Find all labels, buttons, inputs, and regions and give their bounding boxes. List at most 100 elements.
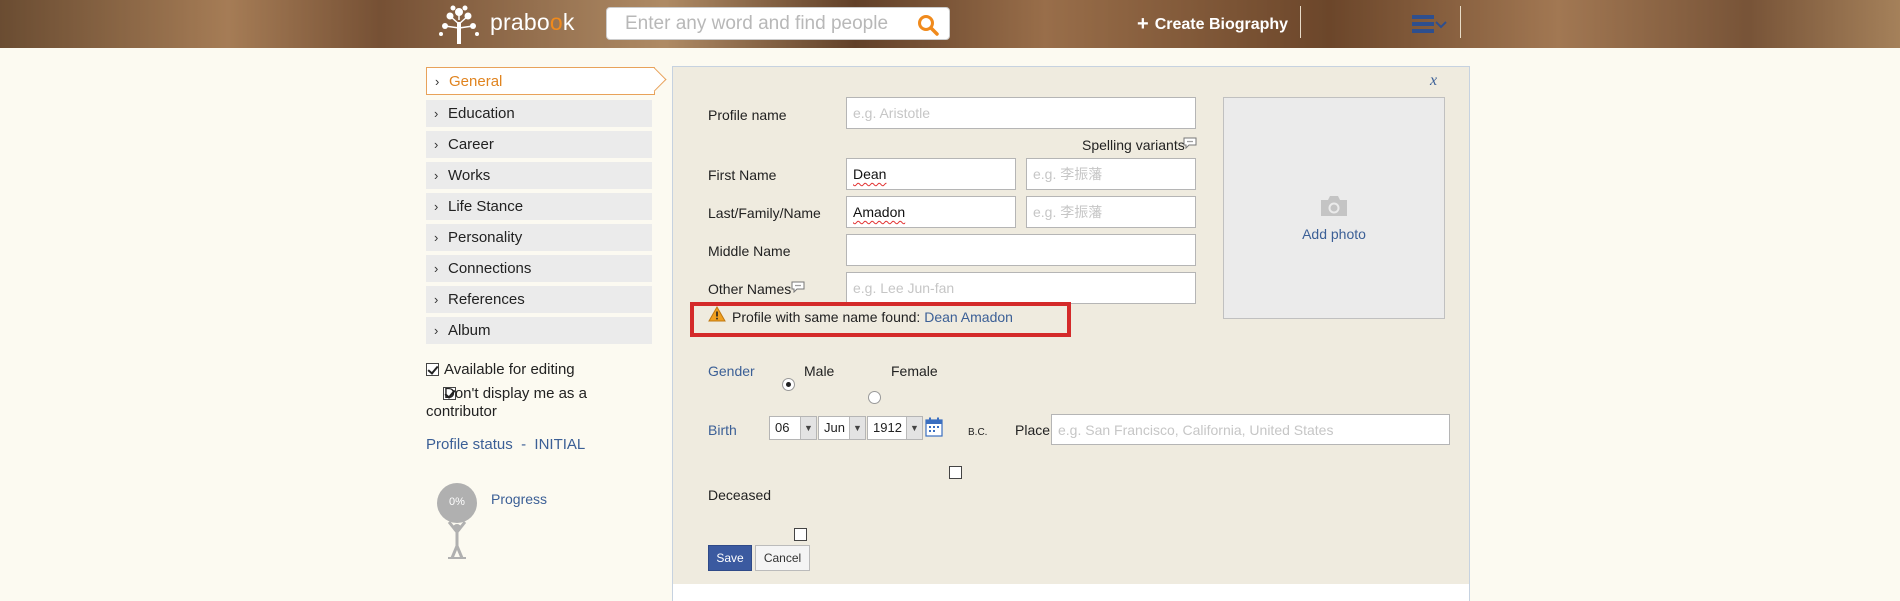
gender-male-label: Male bbox=[804, 363, 835, 379]
logo-text[interactable]: prabook bbox=[490, 9, 575, 36]
birth-day-value: 06 bbox=[775, 420, 790, 435]
middle-name-label: Middle Name bbox=[708, 243, 791, 259]
available-for-editing-checkbox[interactable] bbox=[426, 363, 439, 376]
dont-display-contributor-label-line2: contributor bbox=[426, 403, 497, 420]
last-name-value: Amadon bbox=[853, 204, 906, 220]
progress-figure-icon bbox=[437, 483, 477, 559]
place-label: Place bbox=[1015, 422, 1051, 438]
profile-status-label: Profile status bbox=[426, 436, 513, 453]
last-name-label: Last/Family/Name bbox=[708, 205, 821, 221]
chevron-right-icon: › bbox=[434, 323, 439, 338]
header-divider bbox=[1460, 6, 1461, 38]
logo-text-part: prabo bbox=[490, 9, 550, 35]
last-name-input[interactable]: Amadon bbox=[846, 196, 1016, 228]
chevron-down-icon: ▼ bbox=[800, 417, 816, 439]
gender-female-radio[interactable] bbox=[868, 391, 881, 404]
other-names-input[interactable] bbox=[846, 272, 1196, 304]
sidebar-item-connections[interactable]: › Connections bbox=[426, 253, 652, 282]
calendar-icon[interactable] bbox=[925, 417, 943, 437]
sidebar-item-label: Career bbox=[448, 136, 494, 153]
sidebar-item-works[interactable]: › Works bbox=[426, 160, 652, 189]
profile-name-input[interactable] bbox=[846, 97, 1196, 129]
create-biography-button[interactable]: + Create Biography bbox=[1137, 13, 1288, 36]
deceased-label: Deceased bbox=[708, 487, 772, 503]
chevron-right-icon: › bbox=[434, 230, 439, 245]
gender-female-label: Female bbox=[891, 363, 938, 379]
progress-percent: 0% bbox=[449, 496, 465, 508]
chevron-right-icon: › bbox=[434, 261, 439, 276]
sidebar-item-personality[interactable]: › Personality bbox=[426, 222, 652, 251]
search-icon[interactable] bbox=[917, 14, 939, 36]
last-name-alt-input[interactable] bbox=[1026, 196, 1196, 228]
dont-display-contributor-label: Don't display me as a bbox=[444, 385, 587, 402]
sidebar-item-label: Album bbox=[448, 322, 491, 339]
duplicate-profile-link[interactable]: Dean Amadon bbox=[924, 309, 1013, 325]
photo-upload-box[interactable]: Add photo bbox=[1223, 97, 1445, 319]
duplicate-name-warning-text: Profile with same name found: bbox=[732, 309, 921, 325]
close-button[interactable]: x bbox=[1430, 72, 1437, 90]
panel-bottom-strip bbox=[672, 584, 1470, 601]
hamburger-menu-icon[interactable] bbox=[1412, 14, 1448, 34]
sidebar-item-career[interactable]: › Career bbox=[426, 129, 652, 158]
birth-year-select[interactable]: 1912 ▼ bbox=[867, 416, 923, 440]
header-divider bbox=[1300, 6, 1301, 38]
chevron-down-icon: ▼ bbox=[906, 417, 922, 439]
sidebar-item-education[interactable]: › Education bbox=[426, 98, 652, 127]
chevron-right-icon: › bbox=[434, 292, 439, 307]
add-photo-link[interactable]: Add photo bbox=[1224, 226, 1444, 242]
profile-status-value: INITIAL bbox=[534, 436, 586, 453]
duplicate-name-warning: Profile with same name found: Dean Amado… bbox=[732, 309, 1013, 325]
available-for-editing-label: Available for editing bbox=[444, 361, 575, 378]
comment-icon[interactable] bbox=[1183, 137, 1197, 149]
birth-year-value: 1912 bbox=[873, 420, 902, 435]
create-biography-label: Create Biography bbox=[1154, 16, 1289, 33]
first-name-value: Dean bbox=[853, 166, 887, 182]
birth-month-value: Jun bbox=[824, 420, 845, 435]
logo-text-part: k bbox=[562, 9, 575, 35]
warning-icon bbox=[708, 306, 726, 322]
save-button[interactable]: Save bbox=[708, 545, 752, 571]
comment-icon[interactable] bbox=[791, 281, 805, 293]
logo-text-o: o bbox=[549, 9, 563, 35]
first-name-input[interactable]: Dean bbox=[846, 158, 1016, 190]
birth-label: Birth bbox=[708, 422, 737, 438]
chevron-right-icon: › bbox=[435, 74, 440, 89]
top-header bbox=[0, 0, 1900, 48]
birth-month-select[interactable]: Jun ▼ bbox=[818, 416, 866, 440]
chevron-right-icon: › bbox=[434, 199, 439, 214]
gender-label: Gender bbox=[708, 363, 755, 379]
logo-tree-icon[interactable] bbox=[436, 2, 482, 46]
sidebar-item-label: Connections bbox=[448, 260, 532, 277]
sidebar-item-label: Works bbox=[448, 167, 491, 184]
sidebar-item-label: General bbox=[449, 73, 503, 90]
first-name-label: First Name bbox=[708, 167, 777, 183]
spelling-variants-label[interactable]: Spelling variants bbox=[1082, 137, 1185, 153]
other-names-label: Other Names bbox=[708, 281, 792, 297]
birth-day-select[interactable]: 06 ▼ bbox=[769, 416, 817, 440]
sidebar-item-life-stance[interactable]: › Life Stance bbox=[426, 191, 652, 220]
bc-label: B.C. bbox=[968, 427, 988, 438]
chevron-right-icon: › bbox=[434, 106, 439, 121]
progress-link[interactable]: Progress bbox=[491, 491, 547, 507]
birth-place-input[interactable] bbox=[1051, 414, 1450, 445]
sidebar-item-label: Education bbox=[448, 105, 515, 122]
middle-name-input[interactable] bbox=[846, 234, 1196, 266]
deceased-checkbox[interactable] bbox=[793, 528, 807, 541]
gender-male-radio[interactable] bbox=[782, 378, 795, 391]
bc-checkbox[interactable] bbox=[949, 466, 962, 479]
profile-status: Profile status - INITIAL bbox=[426, 436, 585, 453]
profile-name-label: Profile name bbox=[708, 107, 787, 123]
camera-icon bbox=[1321, 196, 1347, 216]
sidebar-item-label: References bbox=[448, 291, 525, 308]
plus-icon: + bbox=[1137, 13, 1149, 35]
cancel-button[interactable]: Cancel bbox=[755, 545, 810, 571]
first-name-alt-input[interactable] bbox=[1026, 158, 1196, 190]
search-box bbox=[606, 7, 950, 40]
sidebar-item-references[interactable]: › References bbox=[426, 284, 652, 313]
chevron-right-icon: › bbox=[434, 168, 439, 183]
chevron-down-icon: ▼ bbox=[849, 417, 865, 439]
sidebar-item-album[interactable]: › Album bbox=[426, 315, 652, 344]
search-input[interactable] bbox=[607, 8, 907, 39]
sidebar-item-label: Life Stance bbox=[448, 198, 524, 215]
sidebar-item-general[interactable]: › General bbox=[426, 67, 655, 95]
